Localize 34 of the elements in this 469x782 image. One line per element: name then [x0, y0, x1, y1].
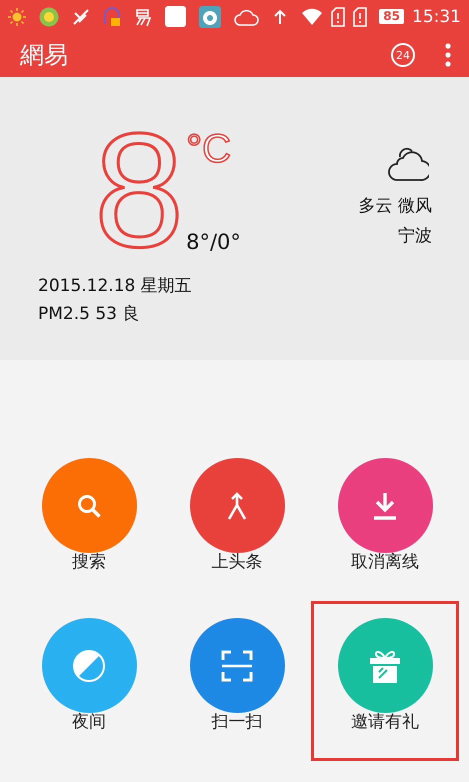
sim-card-icon: [331, 6, 346, 26]
city-name: 宁波: [398, 225, 432, 247]
app-logo: 網易: [20, 40, 68, 71]
action-label: 邀请有礼: [351, 712, 419, 732]
sun-icon: [8, 8, 26, 26]
half-circle-icon: [72, 648, 106, 682]
download-icon: [372, 490, 398, 520]
date-text: 2015.12.18 星期五: [38, 275, 193, 297]
merge-arrow-icon: [226, 490, 248, 520]
sim-card-icon: [353, 6, 368, 26]
blank-app-icon: [165, 6, 186, 27]
scan-icon: [221, 650, 253, 682]
temperature-range: 8°/0°: [186, 229, 241, 255]
clock-time: 15:31: [412, 6, 461, 26]
search-icon: [76, 492, 102, 518]
temperature-unit: °C: [186, 129, 232, 169]
action-label: 夜间: [72, 712, 106, 732]
weather-condition: 多云 微风: [358, 195, 432, 217]
action-label: 搜索: [72, 552, 106, 572]
headset-icon: [103, 6, 121, 28]
temperature: 8: [94, 129, 184, 253]
action-label: 扫一扫: [212, 712, 262, 732]
no-signal-icon: [72, 8, 90, 26]
more-menu-icon[interactable]: [445, 43, 451, 67]
air-quality: PM2.5 53 良: [38, 303, 140, 325]
action-label: 上头条: [212, 552, 262, 572]
wifi-icon: [301, 8, 324, 26]
upload-arrow-icon: [273, 8, 287, 24]
app-icon: [134, 6, 152, 26]
top-24-button[interactable]: 24: [391, 43, 415, 67]
alarm-clock-icon: [199, 6, 221, 28]
app-icon: [39, 6, 59, 26]
battery-level: 85: [379, 9, 404, 24]
action-label: 取消离线: [351, 552, 419, 572]
